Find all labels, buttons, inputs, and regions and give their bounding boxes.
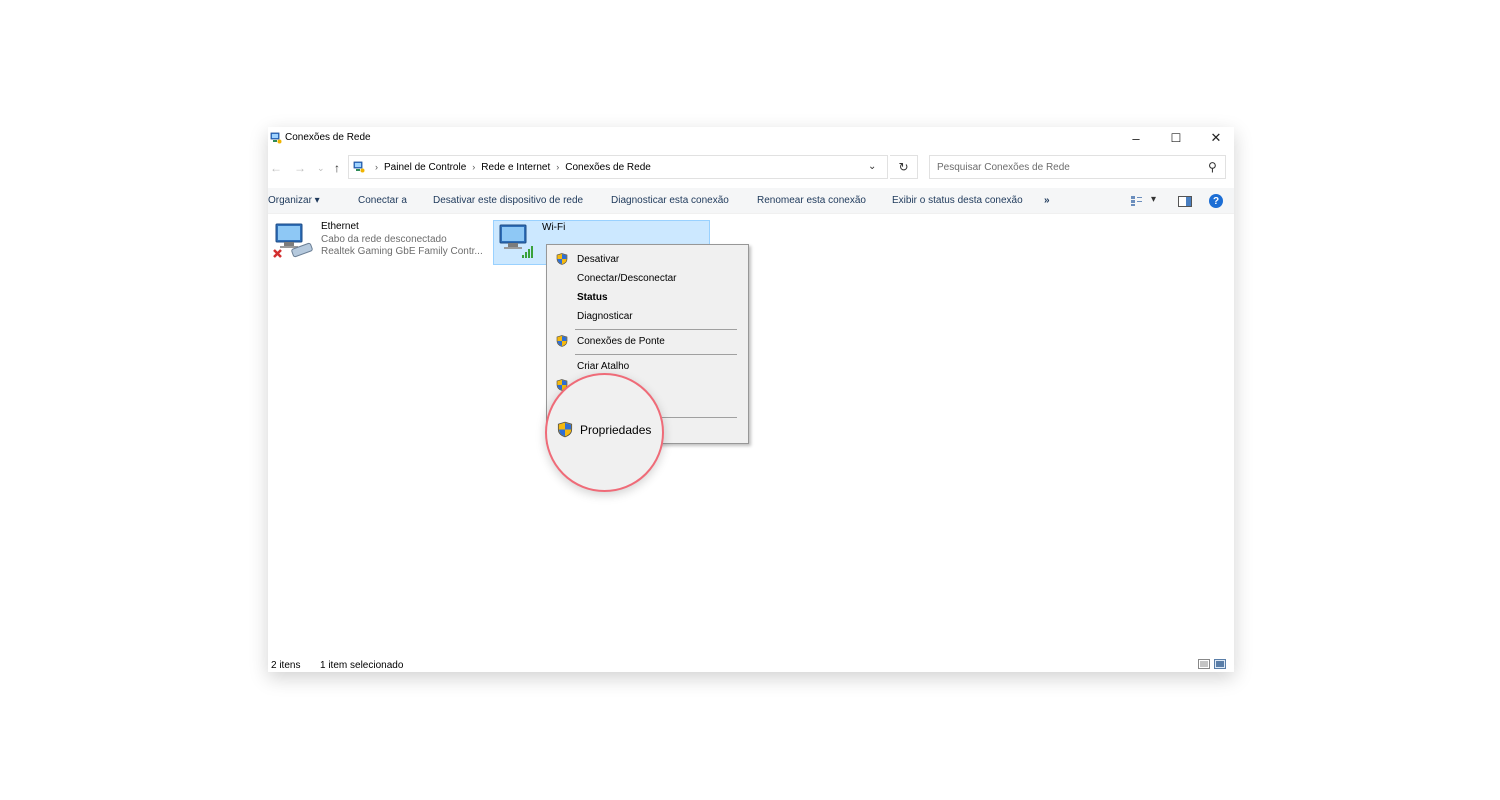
back-button[interactable]: ←: [270, 161, 282, 175]
minimize-button[interactable]: –: [1116, 127, 1156, 149]
search-icon[interactable]: ⚲: [1208, 160, 1217, 174]
close-button[interactable]: ✕: [1196, 127, 1236, 149]
large-icons-view-icon[interactable]: [1214, 659, 1226, 669]
magnifier-highlight: Propriedades: [545, 373, 664, 492]
uac-shield-icon: [557, 421, 573, 438]
up-button[interactable]: ↑: [334, 161, 340, 175]
breadcrumb-network-connections[interactable]: Conexões de Rede: [565, 162, 651, 173]
network-connections-icon: [270, 132, 282, 144]
search-input[interactable]: Pesquisar Conexões de Rede: [929, 155, 1226, 179]
menu-item-bridge-connections[interactable]: Conexões de Ponte: [577, 336, 665, 347]
breadcrumb-control-panel[interactable]: Painel de Controle: [384, 162, 466, 173]
rename-button[interactable]: Renomear esta conexão: [757, 195, 866, 206]
item-count: 2 itens: [271, 660, 301, 671]
forward-button[interactable]: →: [294, 161, 306, 175]
breadcrumb-separator: ›: [556, 162, 560, 172]
network-adapter-disconnected-icon: [273, 223, 313, 258]
help-button[interactable]: ?: [1209, 194, 1223, 208]
network-connections-window: Conexões de Rede – ☐ ✕ ← → ⌄ ↑ › Painel …: [268, 127, 1234, 672]
selection-count: 1 item selecionado: [320, 660, 404, 671]
menu-item-diagnose[interactable]: Diagnosticar: [577, 311, 633, 322]
connection-item-ethernet[interactable]: Ethernet Cabo da rede desconectado Realt…: [272, 220, 492, 265]
view-options-dropdown[interactable]: ▾: [1151, 194, 1156, 205]
menu-separator: [575, 354, 737, 355]
command-bar: Organizar ▾ Conectar a Desativar este di…: [268, 188, 1234, 214]
disable-device-button[interactable]: Desativar este dispositivo de rede: [433, 195, 583, 206]
menu-item-status[interactable]: Status: [577, 292, 608, 303]
uac-shield-icon: [556, 335, 568, 347]
breadcrumb-network-internet[interactable]: Rede e Internet: [481, 162, 550, 173]
refresh-button[interactable]: ↻: [890, 155, 918, 179]
organize-button[interactable]: Organizar ▾: [268, 195, 320, 206]
diagnose-button[interactable]: Diagnosticar esta conexão: [611, 195, 729, 206]
menu-item-create-shortcut[interactable]: Criar Atalho: [577, 361, 629, 372]
connect-to-button[interactable]: Conectar a: [358, 195, 407, 206]
menu-item-properties[interactable]: Propriedades: [580, 423, 651, 437]
control-panel-icon: [353, 161, 365, 173]
preview-pane-icon[interactable]: [1178, 196, 1192, 207]
breadcrumb-separator: ›: [375, 162, 378, 172]
menu-item-disable[interactable]: Desativar: [577, 254, 619, 265]
view-options-icon[interactable]: [1130, 195, 1143, 207]
connection-name: Ethernet: [321, 221, 359, 232]
menu-item-connect-disconnect[interactable]: Conectar/Desconectar: [577, 273, 677, 284]
recent-locations-button[interactable]: ⌄: [317, 163, 325, 174]
details-view-icon[interactable]: [1198, 659, 1210, 669]
window-title: Conexões de Rede: [285, 132, 371, 143]
connection-device: Realtek Gaming GbE Family Contr...: [321, 246, 483, 257]
status-bar: 2 itens 1 item selecionado: [268, 657, 1234, 672]
view-status-button[interactable]: Exibir o status desta conexão: [892, 195, 1023, 206]
address-bar[interactable]: › Painel de Controle › Rede e Internet ›…: [348, 155, 888, 179]
more-commands-button[interactable]: »: [1044, 195, 1050, 206]
network-adapter-wifi-icon: [499, 224, 533, 258]
address-row: ← → ⌄ ↑ › Painel de Controle › Rede e In…: [268, 155, 1234, 181]
breadcrumb-separator: ›: [472, 162, 476, 172]
connection-status: Cabo da rede desconectado: [321, 234, 447, 245]
connection-name: Wi-Fi: [542, 222, 566, 233]
uac-shield-icon: [556, 253, 568, 265]
menu-separator: [575, 329, 737, 330]
address-dropdown-icon[interactable]: ⌄: [868, 161, 876, 172]
maximize-button[interactable]: ☐: [1156, 127, 1196, 149]
title-bar: Conexões de Rede – ☐ ✕: [268, 127, 1234, 151]
